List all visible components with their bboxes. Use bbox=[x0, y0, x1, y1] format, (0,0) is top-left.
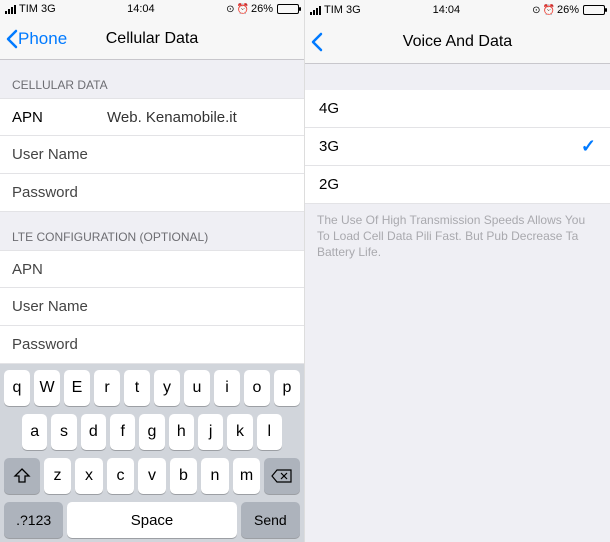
lte-apn-row[interactable]: APN bbox=[0, 250, 304, 288]
option-label: 3G bbox=[319, 138, 339, 155]
key-l[interactable]: l bbox=[257, 414, 282, 450]
options-body: 4G 3G ✓ 2G The Use Of High Transmission … bbox=[305, 64, 610, 542]
keyboard-row-1: q W E r t y u i o p bbox=[4, 370, 300, 406]
key-t[interactable]: t bbox=[124, 370, 150, 406]
key-s[interactable]: s bbox=[51, 414, 76, 450]
status-right: ⊙ ⏰ 26% bbox=[226, 3, 299, 15]
lte-username-label: User Name bbox=[12, 298, 88, 315]
key-f[interactable]: f bbox=[110, 414, 135, 450]
lte-password-row[interactable]: Password bbox=[0, 326, 304, 364]
shift-icon bbox=[13, 468, 31, 484]
keyboard-row-4: .?123 Space Send bbox=[4, 502, 300, 538]
carrier-label: TIM bbox=[19, 3, 38, 15]
battery-icon bbox=[277, 4, 299, 14]
key-space[interactable]: Space bbox=[67, 502, 236, 538]
status-time: 14:04 bbox=[433, 4, 461, 16]
signal-icon bbox=[5, 5, 16, 14]
apn-input[interactable]: Web. Kenamobile.it bbox=[107, 109, 292, 126]
key-shift[interactable] bbox=[4, 458, 40, 494]
key-c[interactable]: c bbox=[107, 458, 135, 494]
nav-bar: Phone Cellular Data bbox=[0, 19, 304, 60]
chevron-left-icon bbox=[6, 29, 18, 49]
option-label: 4G bbox=[319, 100, 339, 117]
key-h[interactable]: h bbox=[169, 414, 194, 450]
option-2g[interactable]: 2G bbox=[305, 166, 610, 204]
key-z[interactable]: z bbox=[44, 458, 72, 494]
option-label: 2G bbox=[319, 176, 339, 193]
clock-icon: ⏰ bbox=[543, 5, 555, 16]
key-d[interactable]: d bbox=[81, 414, 106, 450]
status-bar: TIM 3G 14:04 ⊙ ⏰ 26% bbox=[0, 0, 304, 19]
battery-pct: 26% bbox=[557, 4, 579, 16]
apn-label: APN bbox=[12, 109, 107, 126]
key-m[interactable]: m bbox=[233, 458, 261, 494]
key-b[interactable]: b bbox=[170, 458, 198, 494]
key-n[interactable]: n bbox=[201, 458, 229, 494]
footer-description: The Use Of High Transmission Speeds Allo… bbox=[305, 204, 610, 269]
key-send[interactable]: Send bbox=[241, 502, 300, 538]
status-left: TIM 3G bbox=[310, 4, 361, 16]
section-header-cellular: CELLULAR DATA bbox=[0, 60, 304, 98]
lte-apn-label: APN bbox=[12, 261, 43, 278]
screen-cellular-data: TIM 3G 14:04 ⊙ ⏰ 26% Phone Cellular Data… bbox=[0, 0, 305, 542]
key-x[interactable]: x bbox=[75, 458, 103, 494]
back-button[interactable] bbox=[311, 32, 323, 52]
password-label: Password bbox=[12, 184, 78, 201]
key-w[interactable]: W bbox=[34, 370, 60, 406]
signal-icon bbox=[310, 6, 321, 15]
status-left: TIM 3G bbox=[5, 3, 56, 15]
back-label: Phone bbox=[18, 29, 67, 49]
nav-bar: Voice And Data bbox=[305, 20, 610, 64]
backspace-icon bbox=[271, 468, 293, 484]
key-u[interactable]: u bbox=[184, 370, 210, 406]
alarm-icon: ⊙ bbox=[226, 4, 234, 15]
network-label: 3G bbox=[41, 3, 56, 15]
key-y[interactable]: y bbox=[154, 370, 180, 406]
lte-password-label: Password bbox=[12, 336, 78, 353]
cellular-data-group: APN Web. Kenamobile.it User Name Passwor… bbox=[0, 98, 304, 212]
back-button[interactable]: Phone bbox=[6, 29, 67, 49]
network-label: 3G bbox=[346, 4, 361, 16]
lte-group: APN User Name Password bbox=[0, 250, 304, 364]
screen-voice-and-data: TIM 3G 14:04 ⊙ ⏰ 26% Voice And Data 4G 3… bbox=[305, 0, 610, 542]
username-label: User Name bbox=[12, 146, 88, 163]
keyboard-row-2: a s d f g h j k l bbox=[4, 414, 300, 450]
key-numbers[interactable]: .?123 bbox=[4, 502, 63, 538]
battery-pct: 26% bbox=[251, 3, 273, 15]
status-time: 14:04 bbox=[127, 3, 155, 15]
keyboard: q W E r t y u i o p a s d f g h j k l bbox=[0, 364, 304, 542]
key-backspace[interactable] bbox=[264, 458, 300, 494]
section-header-lte: LTE CONFIGURATION (OPTIONAL) bbox=[0, 212, 304, 250]
lte-username-row[interactable]: User Name bbox=[0, 288, 304, 326]
clock-icon: ⏰ bbox=[237, 4, 249, 15]
checkmark-icon: ✓ bbox=[581, 136, 596, 157]
key-q[interactable]: q bbox=[4, 370, 30, 406]
key-r[interactable]: r bbox=[94, 370, 120, 406]
page-title: Voice And Data bbox=[403, 33, 512, 51]
keyboard-row-3: z x c v b n m bbox=[4, 458, 300, 494]
apn-row[interactable]: APN Web. Kenamobile.it bbox=[0, 98, 304, 136]
key-g[interactable]: g bbox=[139, 414, 164, 450]
status-right: ⊙ ⏰ 26% bbox=[532, 4, 605, 16]
option-4g[interactable]: 4G bbox=[305, 90, 610, 128]
alarm-icon: ⊙ bbox=[532, 5, 540, 16]
battery-icon bbox=[583, 5, 605, 15]
key-o[interactable]: o bbox=[244, 370, 270, 406]
status-bar: TIM 3G 14:04 ⊙ ⏰ 26% bbox=[305, 0, 610, 20]
key-e[interactable]: E bbox=[64, 370, 90, 406]
key-a[interactable]: a bbox=[22, 414, 47, 450]
chevron-left-icon bbox=[311, 32, 323, 52]
key-k[interactable]: k bbox=[227, 414, 252, 450]
carrier-label: TIM bbox=[324, 4, 343, 16]
page-title: Cellular Data bbox=[106, 30, 198, 48]
key-i[interactable]: i bbox=[214, 370, 240, 406]
option-3g[interactable]: 3G ✓ bbox=[305, 128, 610, 166]
username-row[interactable]: User Name bbox=[0, 136, 304, 174]
password-row[interactable]: Password bbox=[0, 174, 304, 212]
key-v[interactable]: v bbox=[138, 458, 166, 494]
key-j[interactable]: j bbox=[198, 414, 223, 450]
key-p[interactable]: p bbox=[274, 370, 300, 406]
